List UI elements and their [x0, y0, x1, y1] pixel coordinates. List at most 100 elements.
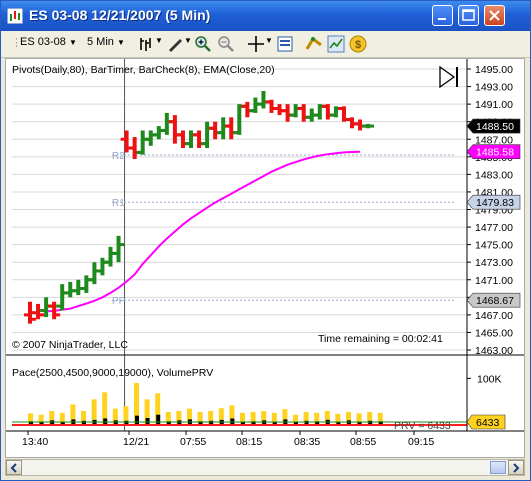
volume-bar [165, 411, 171, 425]
price-bar [96, 257, 109, 276]
volume-indicators-label: Pace(2500,4500,9000,19000), VolumePRV [12, 367, 213, 379]
draw-tool-icon[interactable] [166, 35, 184, 53]
volume-bar [208, 411, 214, 425]
minimize-icon [438, 18, 446, 20]
price-tag: 1479.83 [466, 194, 521, 210]
volume-bar [81, 411, 86, 425]
zoom-out-icon[interactable] [217, 35, 235, 53]
svg-text:$: $ [355, 39, 361, 51]
zoom-in-icon[interactable] [194, 35, 212, 53]
maximize-icon [462, 9, 475, 21]
scroll-thumb[interactable] [490, 461, 506, 474]
y-tick-label: 1491.00 [475, 99, 513, 111]
x-tick-label: 12/21 [123, 436, 149, 448]
ema-line [46, 150, 361, 313]
price-bar [281, 104, 294, 122]
instrument-selector[interactable]: ES 03-08 ▼ [20, 36, 77, 48]
volume-bar [28, 413, 33, 425]
price-bar [289, 104, 302, 118]
pivot-label-pp: PP [112, 296, 126, 307]
volume-bar [261, 411, 267, 425]
volume-bar [155, 393, 161, 425]
price-bar [144, 130, 157, 146]
price-bar [265, 99, 278, 113]
crosshair-icon[interactable] [247, 35, 265, 53]
x-tick-label: 08:15 [236, 436, 262, 448]
volume-bar [59, 412, 65, 425]
volume-bar [356, 413, 362, 425]
price-tag: 1485.58 [466, 144, 521, 160]
volume-bar [176, 411, 182, 425]
price-tag-label: 1479.83 [476, 197, 514, 209]
price-tag: 1468.67 [466, 292, 521, 308]
close-icon [489, 10, 500, 21]
volume-bar [144, 399, 150, 425]
window-title: ES 03-08 12/21/2007 (5 Min) [29, 7, 211, 23]
title-bar[interactable]: ES 03-08 12/21/2007 (5 Min) [1, 1, 530, 31]
x-tick-label: 08:55 [350, 436, 376, 448]
chevron-down-icon[interactable]: ▼ [155, 36, 163, 45]
volume-bar [49, 411, 55, 425]
pivot-label-r1: R1 [112, 198, 125, 209]
interval-label: 5 Min [87, 36, 114, 48]
volume-bar [240, 412, 245, 425]
volume-bar [271, 412, 277, 425]
x-tick-label: 07:55 [180, 436, 206, 448]
price-bar [217, 117, 230, 140]
y-tick-label: 1493.00 [475, 82, 513, 94]
price-bar [152, 126, 165, 140]
maximize-button[interactable] [458, 5, 479, 26]
interval-selector[interactable]: 5 Min ▼ [87, 36, 125, 48]
price-tag-label: 1468.67 [476, 295, 514, 307]
price-bar [362, 123, 375, 129]
y-tick-label: 1473.00 [475, 257, 513, 269]
chevron-down-icon: ▼ [116, 38, 125, 47]
minimize-button[interactable] [432, 5, 453, 26]
bar-type-icon[interactable] [137, 35, 155, 53]
x-tick-label: 09:15 [408, 436, 434, 448]
volume-bar [377, 412, 383, 425]
chart-style-icon[interactable] [327, 35, 345, 53]
y-tick-label: 1475.00 [475, 240, 513, 252]
arrow-right-icon [513, 463, 520, 473]
volume-bar [38, 414, 44, 425]
chart-panel[interactable]: R2R1PP 1495.001493.001491.001489.001487.… [5, 58, 525, 458]
chevron-down-icon[interactable]: ▼ [184, 36, 192, 45]
volume-bar [187, 408, 192, 425]
y-tick-label: 1483.00 [475, 169, 513, 181]
y-tick-label: 1471.00 [475, 275, 513, 287]
price-chart[interactable]: R2R1PP 1495.001493.001491.001489.001487.… [6, 59, 525, 458]
volume-bar [335, 413, 341, 425]
scroll-right-button[interactable] [508, 460, 524, 475]
price-bar [88, 262, 101, 285]
price-bar [128, 137, 141, 160]
pivot-label-r2: R2 [112, 151, 125, 162]
strategy-icon[interactable] [305, 35, 323, 53]
volume-bar [112, 408, 118, 425]
price-tag-label: 1488.50 [476, 121, 514, 133]
chart-app-icon [7, 8, 23, 24]
x-tick-label: 13:40 [22, 436, 48, 448]
properties-icon[interactable] [276, 35, 294, 53]
price-tag-label: 1485.58 [476, 147, 514, 159]
dollar-icon[interactable]: $ [349, 35, 367, 53]
close-button[interactable] [484, 5, 505, 26]
copyright-label: © 2007 NinjaTrader, LLC [12, 339, 128, 351]
volume-bar-fill [156, 414, 161, 425]
volume-bar [250, 411, 256, 425]
horizontal-scrollbar[interactable] [5, 459, 525, 476]
volume-bar [102, 392, 108, 425]
time-remaining-label: Time remaining = 00:02:41 [318, 333, 443, 345]
price-bar [209, 121, 222, 140]
price-bar [160, 112, 173, 135]
volume-bar [91, 399, 97, 425]
chevron-down-icon[interactable]: ▼ [265, 36, 273, 45]
chart-toolbar: ⋮ ES 03-08 ▼ 5 Min ▼ ▼ ▼ ▼ $ [1, 31, 530, 58]
scroll-left-button[interactable] [6, 460, 22, 475]
volume-bar [324, 411, 330, 425]
indicators-label: Pivots(Daily,80), BarTimer, BarCheck(8),… [12, 64, 275, 76]
volume-bar [303, 411, 309, 425]
volume-bar-fill [135, 415, 139, 425]
prv-label: PRV = 6433 [394, 420, 451, 432]
scroll-to-end-icon[interactable] [439, 65, 458, 89]
